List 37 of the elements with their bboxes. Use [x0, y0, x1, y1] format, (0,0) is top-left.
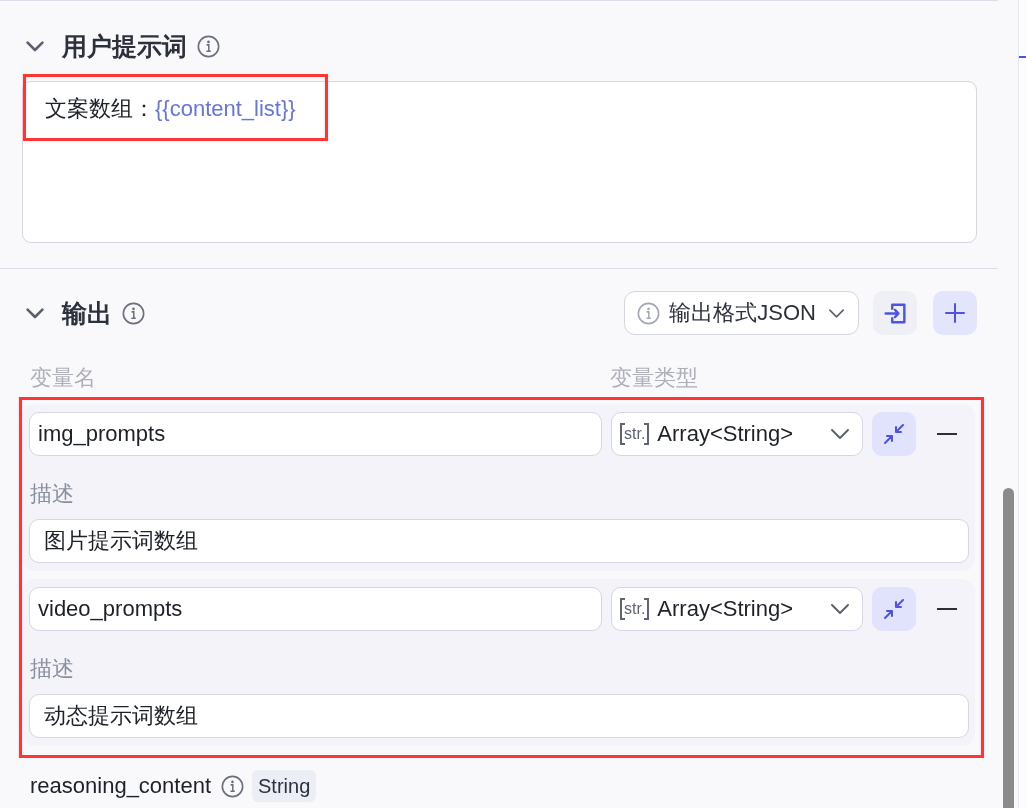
variable-name-field[interactable]: img_prompts: [29, 412, 602, 456]
description-label: 描述: [29, 480, 75, 508]
plus-icon: [945, 303, 965, 323]
column-label: 变量类型: [609, 364, 699, 392]
info-icon: [122, 301, 145, 325]
arrow-into-box-icon: [884, 302, 906, 324]
section-title: 输出: [62, 298, 112, 329]
minus-icon: [937, 608, 957, 610]
collapse-button[interactable]: [872, 587, 916, 631]
info-icon: [221, 774, 245, 798]
arrows-inward-icon: [884, 424, 904, 444]
output-format-select[interactable]: 输出格式JSON: [624, 291, 859, 335]
chevron-down-icon[interactable]: [26, 40, 44, 52]
import-button[interactable]: [873, 291, 917, 335]
variable-name: reasoning_content: [30, 773, 212, 799]
description-label: 描述: [29, 655, 75, 683]
caret-down-icon: [831, 604, 849, 614]
variable-name-field[interactable]: video_prompts: [29, 587, 602, 631]
minus-icon: [937, 433, 957, 435]
scrollbar-thumb[interactable]: [1003, 488, 1014, 808]
description-field[interactable]: 图片提示词数组: [29, 519, 969, 563]
type-select[interactable]: str. Array<String>: [611, 412, 863, 456]
prompt-editor[interactable]: 文案数组：{{content_list}}: [22, 81, 977, 243]
type-select[interactable]: str. Array<String>: [611, 587, 863, 631]
add-button[interactable]: [933, 291, 977, 335]
chevron-down-icon[interactable]: [26, 307, 44, 319]
description-field[interactable]: 动态提示词数组: [29, 694, 969, 738]
collapse-button[interactable]: [872, 412, 916, 456]
caret-down-icon: [831, 429, 849, 439]
info-icon: [637, 301, 661, 325]
section-title: 用户提示词: [62, 31, 187, 62]
caret-down-icon: [829, 308, 844, 318]
type-tag: String: [252, 770, 317, 802]
arrows-inward-icon: [884, 599, 904, 619]
info-icon: [197, 34, 220, 58]
prompt-text: 文案数组：{{content_list}}: [45, 95, 296, 123]
column-label: 变量名: [29, 364, 97, 392]
